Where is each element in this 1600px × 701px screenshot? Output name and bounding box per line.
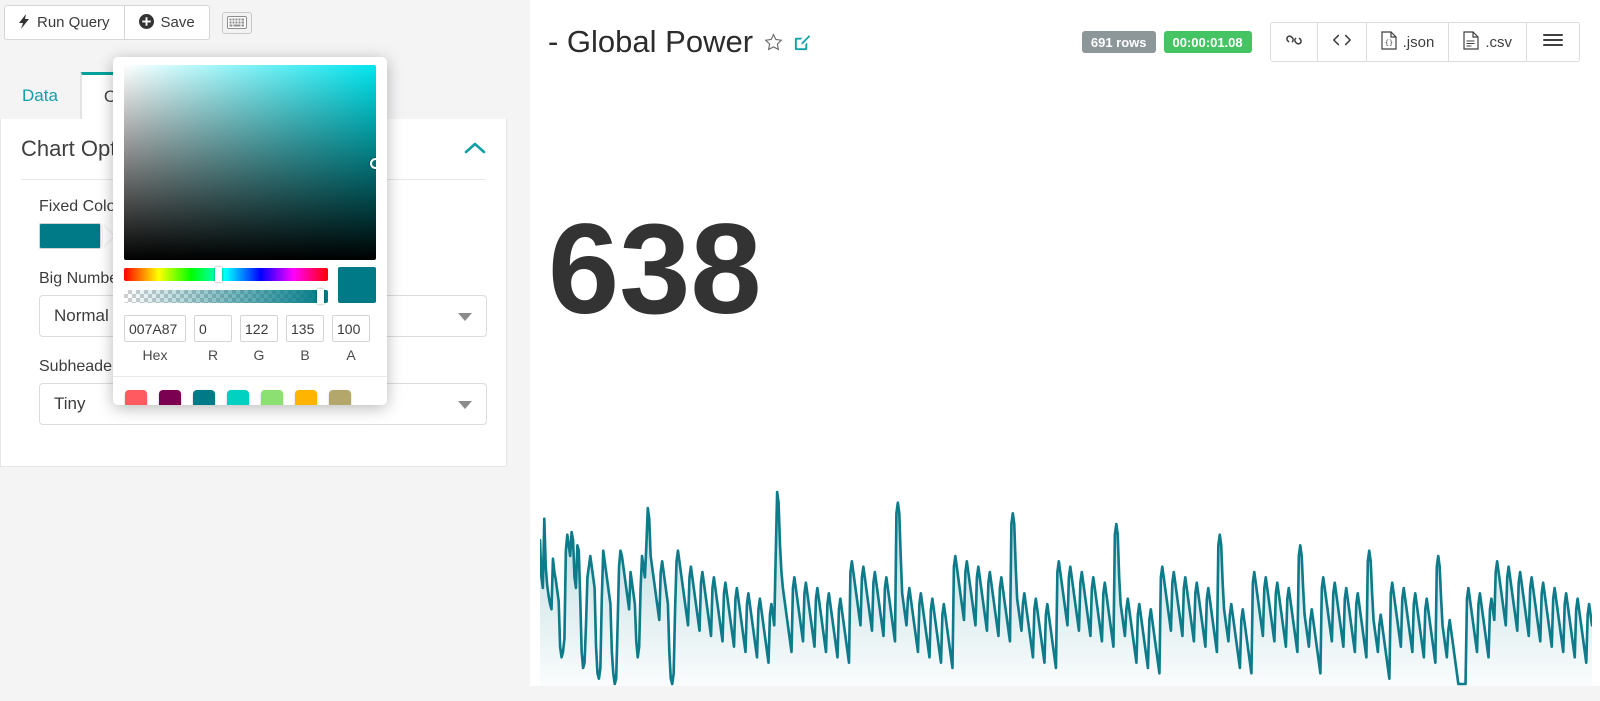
lightning-bolt-icon bbox=[19, 14, 30, 31]
keyboard-shortcuts-button[interactable] bbox=[221, 11, 252, 34]
result-title-wrap: - Global Power bbox=[548, 24, 812, 60]
app-root: Run Query Save Data Chart Options Fixed … bbox=[0, 0, 1600, 701]
chevron-up-icon bbox=[464, 141, 486, 159]
query-button-group: Run Query Save bbox=[4, 5, 210, 40]
color-picker-popover: 007A87 Hex 0 R 122 G 135 B 100 A bbox=[113, 57, 387, 405]
b-input[interactable]: 135 bbox=[286, 315, 324, 342]
row-count-badge: 691 rows bbox=[1081, 31, 1156, 53]
sparkline-chart bbox=[540, 486, 1592, 686]
big-number-size-value: Normal bbox=[54, 306, 109, 325]
alpha-slider[interactable] bbox=[124, 288, 328, 304]
chevron-down-icon bbox=[458, 313, 472, 321]
run-query-button[interactable]: Run Query bbox=[4, 5, 125, 40]
preset-swatch-1[interactable] bbox=[159, 390, 181, 405]
left-column: Run Query Save Data Chart Options Fixed … bbox=[0, 0, 516, 701]
alpha-slider-handle[interactable] bbox=[316, 288, 324, 304]
preset-swatch-6[interactable] bbox=[329, 390, 351, 405]
download-json-label: .json bbox=[1402, 33, 1435, 51]
hamburger-menu-icon bbox=[1543, 32, 1563, 52]
preset-swatch-5[interactable] bbox=[295, 390, 317, 405]
saturation-value-area[interactable] bbox=[124, 65, 376, 260]
b-input-cell: 135 B bbox=[286, 315, 324, 363]
color-inputs-row: 007A87 Hex 0 R 122 G 135 B 100 A bbox=[113, 303, 387, 363]
tab-data-label: Data bbox=[22, 85, 58, 105]
preset-swatch-3[interactable] bbox=[227, 390, 249, 405]
download-json-button[interactable]: {} .json bbox=[1366, 23, 1450, 61]
preset-swatch-4[interactable] bbox=[261, 390, 283, 405]
result-header: - Global Power 691 rows 00:00:01.08 {} .… bbox=[530, 0, 1600, 92]
file-json-icon: {} bbox=[1381, 30, 1397, 54]
run-query-label: Run Query bbox=[37, 14, 110, 31]
duration-badge: 00:00:01.08 bbox=[1163, 31, 1252, 53]
title-icon-group bbox=[764, 24, 812, 60]
svg-text:{}: {} bbox=[1384, 39, 1392, 47]
hex-input-cell: 007A87 Hex bbox=[124, 315, 186, 363]
query-toolbar: Run Query Save bbox=[4, 5, 252, 40]
preset-swatch-2[interactable] bbox=[193, 390, 215, 405]
a-input-cell: 100 A bbox=[332, 315, 370, 363]
hue-slider-handle[interactable] bbox=[214, 266, 222, 282]
link-chain-icon bbox=[1285, 31, 1303, 53]
a-input[interactable]: 100 bbox=[332, 315, 370, 342]
keyboard-icon bbox=[226, 16, 247, 29]
subheader-size-value: Tiny bbox=[54, 394, 86, 413]
export-button-group: {} .json .csv bbox=[1269, 22, 1580, 62]
g-input[interactable]: 122 bbox=[240, 315, 278, 342]
hue-slider[interactable] bbox=[124, 266, 328, 282]
download-csv-label: .csv bbox=[1485, 33, 1512, 51]
view-code-button[interactable] bbox=[1317, 23, 1367, 61]
b-input-label: B bbox=[300, 347, 310, 363]
file-csv-icon bbox=[1463, 30, 1479, 54]
preset-swatches bbox=[113, 377, 387, 405]
a-input-label: A bbox=[346, 347, 356, 363]
color-sliders-stack bbox=[124, 266, 328, 304]
fixed-color-swatch-button[interactable] bbox=[39, 223, 101, 249]
chart-options-collapse-button[interactable] bbox=[462, 137, 488, 163]
download-csv-button[interactable]: .csv bbox=[1449, 23, 1527, 61]
saturation-value-pointer[interactable] bbox=[370, 158, 376, 169]
page-title: - Global Power bbox=[548, 24, 754, 59]
sparkline-svg bbox=[540, 490, 1592, 686]
copy-link-button[interactable] bbox=[1270, 23, 1318, 61]
result-menu-button[interactable] bbox=[1527, 23, 1579, 61]
g-input-label: G bbox=[253, 347, 265, 363]
save-button[interactable]: Save bbox=[124, 5, 210, 40]
color-sliders-row bbox=[113, 260, 387, 304]
plus-circle-icon bbox=[138, 14, 154, 31]
r-input-label: R bbox=[207, 347, 219, 363]
g-input-cell: 122 G bbox=[240, 315, 278, 363]
preset-swatch-0[interactable] bbox=[125, 390, 147, 405]
save-label: Save bbox=[160, 14, 195, 31]
color-preview-swatch bbox=[338, 267, 376, 303]
result-panel: - Global Power 691 rows 00:00:01.08 {} .… bbox=[530, 0, 1600, 686]
hex-input-label: Hex bbox=[142, 347, 168, 363]
star-icon[interactable] bbox=[764, 24, 783, 60]
result-actions: 691 rows 00:00:01.08 {} .json .csv bbox=[1081, 22, 1580, 62]
code-brackets-icon bbox=[1332, 32, 1352, 52]
big-number-value: 638 bbox=[548, 198, 762, 341]
hex-input[interactable]: 007A87 bbox=[124, 315, 186, 342]
tab-data[interactable]: Data bbox=[0, 72, 81, 119]
r-input-cell: 0 R bbox=[194, 315, 232, 363]
edit-pencil-icon[interactable] bbox=[793, 24, 812, 60]
chevron-down-icon bbox=[458, 401, 472, 409]
r-input[interactable]: 0 bbox=[194, 315, 232, 342]
